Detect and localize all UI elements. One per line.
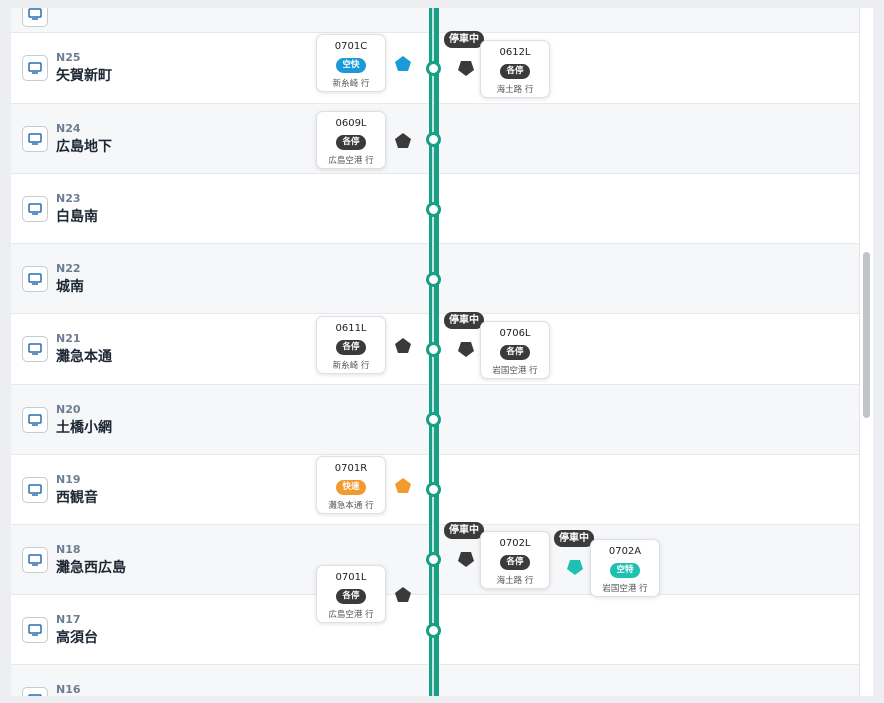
stopped-tag: 停車中: [444, 31, 484, 48]
train-type-badge: 各停: [500, 555, 530, 570]
train-number: 0701C: [334, 41, 368, 52]
station-name: 広島地下: [56, 139, 112, 155]
train-type-badge: 空快: [336, 58, 366, 73]
train-card[interactable]: 0701R 快速 灘急本通 行: [316, 456, 386, 514]
station-code: N23: [56, 192, 81, 205]
train-card[interactable]: 0701C 空快 新糸崎 行: [316, 34, 386, 92]
train-number: 0701R: [334, 463, 368, 474]
station-node[interactable]: [426, 61, 441, 76]
train-card[interactable]: 0706L 各停 岩国空港 行: [480, 321, 550, 379]
station-code: N19: [56, 473, 81, 486]
pentagon-train-icon[interactable]: [394, 337, 412, 354]
station-name: 土橋小網: [56, 420, 112, 436]
train-number: 0609L: [335, 118, 367, 129]
vertical-scrollbar[interactable]: [859, 8, 873, 696]
stopped-tag: 停車中: [554, 530, 594, 547]
station-code: N20: [56, 403, 81, 416]
train-type-badge: 快速: [336, 480, 366, 495]
pentagon-train-icon[interactable]: [566, 559, 584, 576]
train-card[interactable]: 0701L 各停 広島空港 行: [316, 565, 386, 623]
train-type-badge: 各停: [336, 135, 366, 150]
train-type-badge: 各停: [336, 589, 366, 604]
monitor-icon: [22, 266, 48, 292]
station-code: N16: [56, 683, 81, 696]
monitor-icon: [22, 55, 48, 81]
station-code: N17: [56, 613, 81, 626]
train-number: 0702L: [499, 538, 531, 549]
station-name: 灘急西広島: [56, 560, 126, 576]
stopped-tag: 停車中: [444, 522, 484, 539]
train-card[interactable]: 0609L 各停 広島空港 行: [316, 111, 386, 169]
monitor-icon: [22, 547, 48, 573]
monitor-icon: [22, 617, 48, 643]
pentagon-train-icon[interactable]: [394, 477, 412, 494]
station-node[interactable]: [426, 132, 441, 147]
train-destination: 海土路 行: [496, 576, 534, 586]
station-code: N24: [56, 122, 81, 135]
train-number: 0701L: [335, 572, 367, 583]
station-node[interactable]: [426, 202, 441, 217]
monitor-icon: [22, 477, 48, 503]
train-destination: 海土路 行: [496, 85, 534, 95]
station-name: 西観音: [56, 490, 98, 506]
train-number: 0702A: [608, 546, 642, 557]
train-card[interactable]: 0702L 各停 海土路 行: [480, 531, 550, 589]
monitor-icon: [22, 336, 48, 362]
station-name: 矢賀新町: [56, 68, 112, 84]
station-code: N22: [56, 262, 81, 275]
train-type-badge: 各停: [500, 64, 530, 79]
station-node[interactable]: [426, 623, 441, 638]
train-number: 0611L: [335, 323, 367, 334]
train-type-badge: 空特: [610, 563, 640, 578]
train-destination: 新糸崎 行: [332, 79, 370, 89]
station-name: 灘急本通: [56, 349, 112, 365]
monitor-icon: [22, 687, 48, 696]
monitor-icon: [22, 126, 48, 152]
station-name: 城南: [56, 279, 84, 295]
train-destination: 広島空港 行: [328, 610, 374, 620]
train-destination: 広島空港 行: [328, 156, 374, 166]
station-node[interactable]: [426, 342, 441, 357]
pentagon-train-icon[interactable]: [457, 60, 475, 77]
stopped-tag: 停車中: [444, 312, 484, 329]
station-name: 白島南: [56, 209, 98, 225]
monitor-icon: [22, 407, 48, 433]
station-name: 高須台: [56, 630, 98, 646]
train-destination: 灘急本通 行: [328, 501, 374, 511]
train-card[interactable]: 0612L 各停 海土路 行: [480, 40, 550, 98]
station-node[interactable]: [426, 552, 441, 567]
train-destination: 岩国空港 行: [602, 584, 648, 594]
train-destination: 新糸崎 行: [332, 361, 370, 371]
station-code: N25: [56, 51, 81, 64]
train-card[interactable]: 0611L 各停 新糸崎 行: [316, 316, 386, 374]
train-card[interactable]: 0702A 空特 岩国空港 行: [590, 539, 660, 597]
monitor-icon: [22, 196, 48, 222]
station-node[interactable]: [426, 482, 441, 497]
train-destination: 岩国空港 行: [492, 366, 538, 376]
train-type-badge: 各停: [336, 340, 366, 355]
scrollbar-thumb[interactable]: [863, 252, 870, 418]
route-panel: N25 矢賀新町 N24 広島地下 N23 白島南 N22 城南 N21 灘急本…: [11, 8, 859, 696]
pentagon-train-icon[interactable]: [394, 586, 412, 603]
station-code: N18: [56, 543, 81, 556]
pentagon-train-icon[interactable]: [457, 341, 475, 358]
train-type-badge: 各停: [500, 345, 530, 360]
station-node[interactable]: [426, 412, 441, 427]
station-node[interactable]: [426, 272, 441, 287]
station-code: N21: [56, 332, 81, 345]
train-number: 0706L: [499, 328, 531, 339]
pentagon-train-icon[interactable]: [457, 551, 475, 568]
pentagon-train-icon[interactable]: [394, 132, 412, 149]
monitor-icon: [22, 8, 48, 27]
pentagon-train-icon[interactable]: [394, 55, 412, 72]
train-number: 0612L: [499, 47, 531, 58]
